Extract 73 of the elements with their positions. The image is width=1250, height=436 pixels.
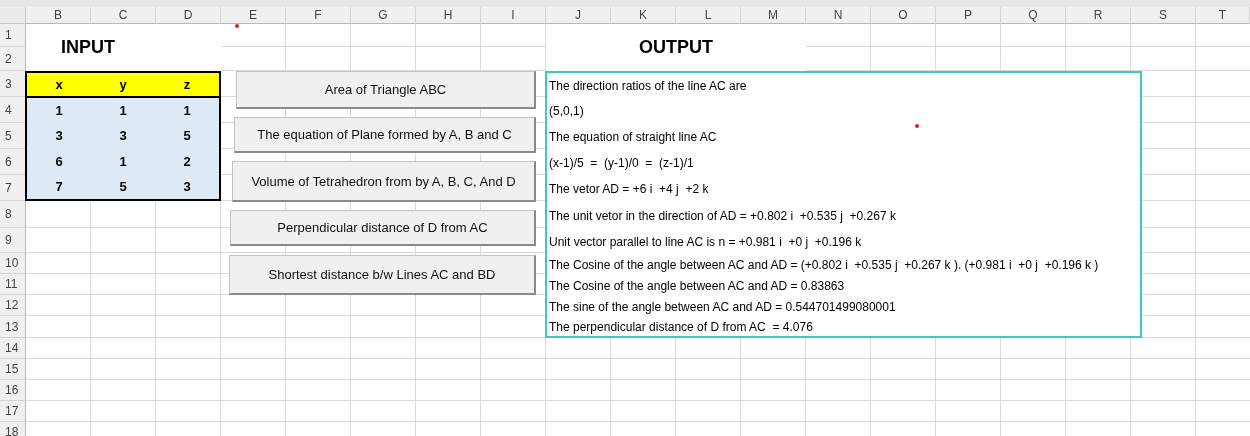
table-cell-text: 3 — [182, 177, 192, 196]
column-header[interactable]: P — [936, 7, 1001, 24]
macro-button[interactable]: Volume of Tetrahedron from by A, B, C, And D — [232, 161, 536, 202]
output-line: Unit vector parallel to line AC is n = +0.981 i +0 j +0.196 k — [548, 233, 862, 251]
row-header[interactable]: 17 — [0, 401, 26, 422]
row-header[interactable]: 11 — [0, 274, 26, 295]
column-header[interactable]: O — [871, 7, 936, 24]
row-header[interactable]: 2 — [0, 47, 26, 71]
row-header[interactable]: 5 — [0, 123, 26, 149]
column-header[interactable]: F — [286, 7, 351, 24]
column-header[interactable]: H — [416, 7, 481, 24]
table-cell-text: 2 — [182, 152, 192, 171]
table-cell-text: 3 — [54, 127, 64, 146]
row-header[interactable]: 6 — [0, 149, 26, 175]
column-header[interactable]: K — [611, 7, 676, 24]
row-header[interactable]: 13 — [0, 316, 26, 338]
output-title: OUTPUT — [546, 24, 806, 71]
column-heading: x — [27, 73, 91, 99]
column-header[interactable]: B — [26, 7, 91, 24]
column-header[interactable]: M — [741, 7, 806, 24]
output-line: The Cosine of the angle between AC and AD = (+0.802 i +0.535 j +0.267 k ). (+0.981 i +0 j +0.196 k ) — [548, 256, 1099, 274]
row-header[interactable]: 12 — [0, 295, 26, 316]
table-cell-text: 7 — [54, 177, 64, 196]
marker-dot — [235, 24, 239, 28]
output-line: The sine of the angle between AC and AD = 0.544701499080001 — [548, 298, 896, 316]
table-cell-text: 6 — [54, 152, 64, 171]
row-header[interactable]: 3 — [0, 71, 26, 97]
table-cell-text: 1 — [182, 102, 192, 121]
input-title: INPUT — [26, 24, 221, 71]
table-cell-text: 3 — [118, 127, 128, 146]
marker-dot — [915, 124, 919, 128]
column-header[interactable]: N — [806, 7, 871, 24]
select-all-corner[interactable] — [0, 7, 26, 24]
column-heading: y — [91, 73, 155, 99]
row-header[interactable]: 1 — [0, 24, 26, 47]
row-header[interactable]: 7 — [0, 175, 26, 201]
column-header[interactable]: S — [1131, 7, 1196, 24]
table-cell-text: 1 — [54, 102, 64, 121]
column-header[interactable]: T — [1196, 7, 1250, 24]
table-cell-text: 5 — [118, 177, 128, 196]
column-heading: z — [155, 73, 219, 99]
output-line: The unit vetor in the direction of AD = +0.802 i +0.535 j +0.267 k — [548, 207, 896, 225]
row-header[interactable]: 14 — [0, 338, 26, 359]
column-header[interactable]: G — [351, 7, 416, 24]
table-cell-text: 5 — [182, 127, 192, 146]
macro-button[interactable]: Area of Triangle ABC — [236, 71, 536, 109]
output-line: (5,0,1) — [548, 103, 584, 120]
macro-button[interactable]: Shortest distance b/w Lines AC and BD — [229, 255, 536, 295]
column-header[interactable]: J — [546, 7, 611, 24]
column-header[interactable]: I — [481, 7, 546, 24]
macro-button[interactable]: The equation of Plane formed by A, B and C — [234, 117, 536, 153]
column-header[interactable]: E — [221, 7, 286, 24]
row-header[interactable]: 16 — [0, 380, 26, 401]
output-line: The vetor AD = +6 i +4 j +2 k — [548, 181, 709, 198]
output-line: (x-1)/5 = (y-1)/0 = (z-1)/1 — [548, 155, 694, 172]
column-header[interactable]: L — [676, 7, 741, 24]
macro-button[interactable]: Perpendicular distance of D from AC — [230, 210, 536, 246]
row-header[interactable]: 10 — [0, 253, 26, 274]
column-header[interactable]: C — [91, 7, 156, 24]
row-header[interactable]: 15 — [0, 359, 26, 380]
row-header[interactable]: 4 — [0, 97, 26, 123]
column-header[interactable]: R — [1066, 7, 1131, 24]
table-cell-text: 1 — [118, 102, 128, 121]
output-line: The direction ratios of the line AC are — [548, 77, 747, 95]
output-line: The perpendicular distance of D from AC = 4.076 — [548, 319, 813, 336]
column-header[interactable]: Q — [1001, 7, 1066, 24]
row-header[interactable]: 18 — [0, 422, 26, 436]
output-line: The equation of straight line AC — [548, 129, 717, 146]
column-header[interactable]: D — [156, 7, 221, 24]
row-header[interactable]: 8 — [0, 201, 26, 228]
output-line: The Cosine of the angle between AC and AD = 0.83863 — [548, 277, 845, 295]
row-header[interactable]: 9 — [0, 228, 26, 253]
table-cell-text: 1 — [118, 152, 128, 171]
